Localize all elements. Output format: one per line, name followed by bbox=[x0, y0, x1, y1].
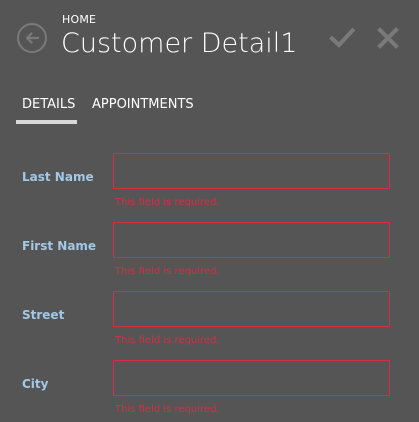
last-name-input[interactable] bbox=[113, 153, 390, 189]
city-label: City bbox=[22, 377, 49, 391]
page-title: Customer Detail1 bbox=[61, 28, 298, 59]
last-name-error: This field is required. bbox=[115, 197, 220, 208]
save-button[interactable] bbox=[328, 24, 356, 52]
first-name-label: First Name bbox=[22, 239, 97, 253]
street-input[interactable] bbox=[113, 291, 390, 327]
tab-details[interactable]: DETAILS bbox=[22, 97, 75, 112]
checkmark-icon bbox=[329, 27, 356, 48]
back-arrow-icon bbox=[25, 32, 40, 44]
city-error: This field is required. bbox=[115, 404, 220, 415]
first-name-error: This field is required. bbox=[115, 266, 220, 277]
street-label: Street bbox=[22, 308, 65, 322]
cancel-button[interactable] bbox=[374, 24, 402, 52]
tab-appointments[interactable]: APPOINTMENTS bbox=[92, 97, 194, 112]
last-name-label: Last Name bbox=[22, 170, 94, 184]
selected-tab-indicator bbox=[16, 120, 77, 124]
breadcrumb: HOME bbox=[62, 13, 97, 26]
city-input[interactable] bbox=[113, 360, 390, 396]
street-error: This field is required. bbox=[115, 335, 220, 346]
back-button[interactable] bbox=[17, 23, 47, 53]
close-icon bbox=[377, 27, 399, 49]
first-name-input[interactable] bbox=[113, 222, 390, 258]
